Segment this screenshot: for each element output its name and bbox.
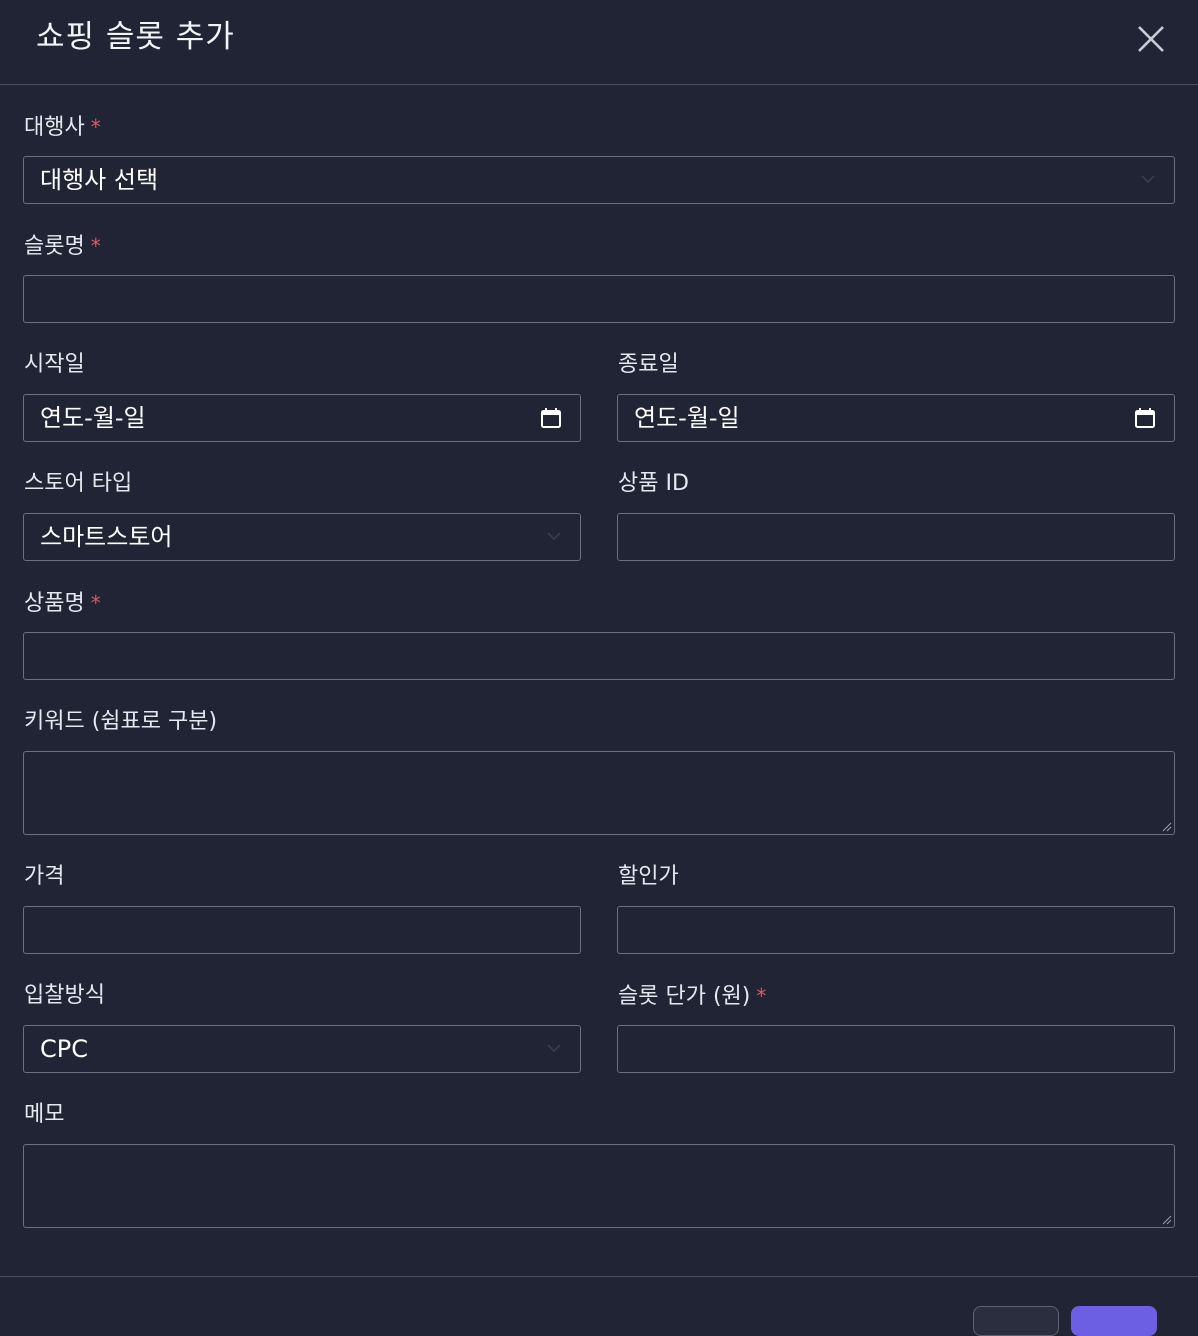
agency-select[interactable]: 대행사 선택 [23,156,1175,204]
product-name-input[interactable] [23,632,1175,680]
memo-label: 메모 [24,1102,65,1127]
slot-name-label-text: 슬롯명 [24,234,85,259]
keywords-textarea[interactable] [23,751,1175,835]
end-date-label: 종료일 [618,352,679,377]
chevron-down-icon [1141,175,1155,184]
store-type-select[interactable]: 스마트스토어 [23,513,581,561]
start-date-input[interactable]: 연도-월-일 [23,394,581,442]
calendar-icon[interactable] [540,407,562,429]
keywords-label: 키워드 (쉼표로 구분) [24,709,218,734]
save-button[interactable] [1071,1306,1157,1336]
dialog-title: 쇼핑 슬롯 추가 [36,19,235,55]
product-name-label-text: 상품명 [24,591,85,616]
store-type-label: 스토어 타입 [24,471,133,496]
bid-method-select[interactable]: CPC [23,1025,581,1073]
start-date-placeholder: 연도-월-일 [40,404,146,432]
bid-method-value: CPC [40,1035,88,1063]
agency-select-value: 대행사 선택 [40,166,159,194]
store-type-value: 스마트스토어 [40,523,173,551]
agency-label: 대행사 * [24,113,101,142]
required-mark: * [90,115,101,139]
required-mark: * [90,591,101,615]
slot-unit-price-label-text: 슬롯 단가 (원) [618,984,751,1009]
close-icon [1138,26,1164,52]
price-input[interactable] [23,906,581,954]
bid-method-label: 입찰방식 [24,983,105,1008]
product-name-label: 상품명 * [24,589,101,618]
product-id-label: 상품 ID [618,471,689,496]
price-label: 가격 [24,864,65,889]
chevron-down-icon [547,1044,561,1053]
discount-price-input[interactable] [617,906,1175,954]
resize-grip-icon[interactable] [1162,1215,1172,1225]
start-date-label: 시작일 [24,352,85,377]
slot-unit-price-input[interactable] [617,1025,1175,1073]
product-id-input[interactable] [617,513,1175,561]
slot-name-input[interactable] [23,275,1175,323]
footer-divider [0,1276,1198,1277]
chevron-down-icon [547,532,561,541]
discount-price-label: 할인가 [618,864,679,889]
end-date-input[interactable]: 연도-월-일 [617,394,1175,442]
slot-unit-price-label: 슬롯 단가 (원) * [618,982,766,1011]
end-date-placeholder: 연도-월-일 [634,404,740,432]
agency-label-text: 대행사 [24,115,85,140]
required-mark: * [756,984,767,1008]
required-mark: * [90,234,101,258]
resize-grip-icon[interactable] [1162,822,1172,832]
slot-name-label: 슬롯명 * [24,232,101,261]
cancel-button[interactable] [973,1306,1059,1336]
memo-textarea[interactable] [23,1144,1175,1228]
close-button[interactable] [1134,22,1168,56]
calendar-icon[interactable] [1134,407,1156,429]
dialog-header: 쇼핑 슬롯 추가 [0,0,1198,85]
